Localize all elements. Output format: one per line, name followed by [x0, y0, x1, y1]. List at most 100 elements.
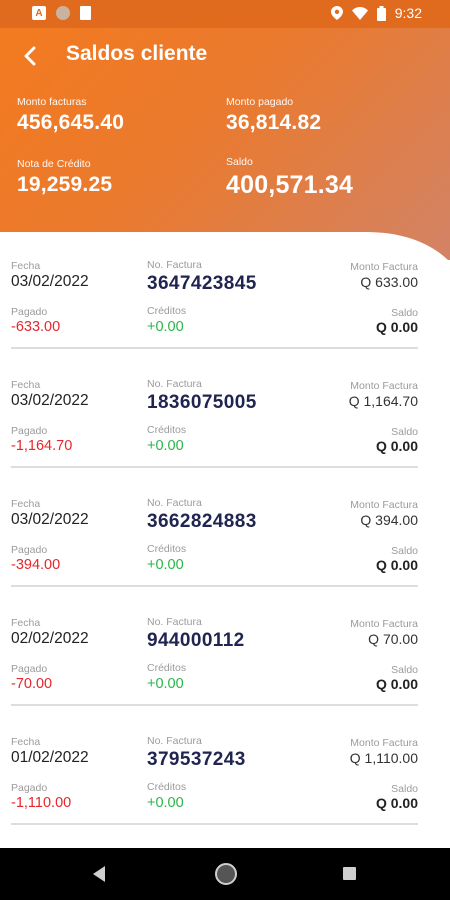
- pagado-value: -633.00: [11, 319, 61, 335]
- factura-label: No. Factura: [147, 735, 202, 747]
- saldo-label: Saldo: [391, 426, 418, 438]
- divider: [11, 704, 418, 706]
- status-right-icons: 9:32: [330, 5, 422, 21]
- fecha-value: 03/02/2022: [11, 511, 89, 528]
- creditos-value: +0.00: [147, 676, 184, 692]
- status-left-icons: A: [32, 6, 91, 20]
- creditos-value: +0.00: [147, 438, 184, 454]
- stat-saldo: Saldo 400,571.34: [226, 156, 353, 200]
- saldo-value: Q 0.00: [375, 795, 418, 811]
- stat-nota-credito: Nota de Crédito 19,259.25: [17, 158, 112, 197]
- fecha-label: Fecha: [11, 617, 41, 629]
- factura-value: 944000112: [147, 630, 245, 651]
- pagado-label: Pagado: [11, 544, 48, 556]
- monto-value: Q 70.00: [368, 631, 418, 647]
- invoice-item[interactable]: Fecha 03/02/2022 No. Factura 1836075005 …: [0, 375, 450, 494]
- factura-label: No. Factura: [147, 497, 202, 509]
- pagado-value: -1,164.70: [11, 438, 73, 454]
- sim-card-icon: [80, 6, 91, 20]
- pagado-value: -70.00: [11, 676, 53, 692]
- creditos-value: +0.00: [147, 795, 184, 811]
- invoice-item[interactable]: Fecha 02/02/2022 No. Factura 944000112 M…: [0, 613, 450, 732]
- fecha-label: Fecha: [11, 736, 41, 748]
- pagado-label: Pagado: [11, 425, 48, 437]
- creditos-label: Créditos: [147, 305, 187, 317]
- system-nav-bar: [0, 848, 450, 900]
- fecha-label: Fecha: [11, 498, 41, 510]
- fecha-value: 02/02/2022: [11, 630, 89, 647]
- fecha-value: 03/02/2022: [11, 392, 89, 409]
- saldo-label: Saldo: [391, 545, 418, 557]
- monto-label: Monto Factura: [350, 380, 418, 392]
- saldo-value: Q 0.00: [375, 557, 418, 573]
- creditos-label: Créditos: [147, 424, 187, 436]
- monto-value: Q 394.00: [360, 512, 418, 528]
- monto-label: Monto Factura: [350, 737, 418, 749]
- arrow-left-icon: [24, 46, 36, 66]
- back-button[interactable]: [14, 40, 46, 70]
- monto-value: Q 1,110.00: [349, 750, 418, 766]
- factura-value: 1836075005: [147, 392, 257, 413]
- header: Saldos cliente Monto facturas 456,645.40…: [0, 28, 450, 260]
- a-icon: A: [32, 6, 46, 20]
- factura-label: No. Factura: [147, 616, 202, 628]
- creditos-label: Créditos: [147, 543, 187, 555]
- monto-value: Q 633.00: [360, 274, 418, 290]
- pagado-value: -394.00: [11, 557, 61, 573]
- saldo-label: Saldo: [391, 664, 418, 676]
- invoice-item[interactable]: Fecha 01/02/2022 No. Factura 379537243 M…: [0, 732, 450, 848]
- stat-value: 456,645.40: [17, 111, 125, 134]
- stat-label: Monto pagado: [226, 96, 294, 108]
- fecha-value: 01/02/2022: [11, 749, 89, 766]
- circle-icon: [56, 6, 70, 20]
- creditos-value: +0.00: [147, 557, 184, 573]
- monto-label: Monto Factura: [350, 499, 418, 511]
- nav-recents-icon[interactable]: [343, 867, 356, 880]
- saldo-label: Saldo: [391, 783, 418, 795]
- creditos-label: Créditos: [147, 662, 187, 674]
- creditos-label: Créditos: [147, 781, 187, 793]
- stat-label: Nota de Crédito: [17, 158, 91, 170]
- divider: [11, 466, 418, 468]
- saldo-value: Q 0.00: [375, 676, 418, 692]
- factura-label: No. Factura: [147, 378, 202, 390]
- stat-monto-pagado: Monto pagado 36,814.82: [226, 96, 321, 135]
- fecha-label: Fecha: [11, 379, 41, 391]
- stat-value: 400,571.34: [226, 171, 354, 199]
- divider: [11, 585, 418, 587]
- saldo-value: Q 0.00: [375, 319, 418, 335]
- factura-value: 3662824883: [147, 511, 257, 532]
- pagado-label: Pagado: [11, 306, 48, 318]
- stat-value: 19,259.25: [17, 173, 113, 196]
- invoice-item[interactable]: Fecha 03/02/2022 No. Factura 3662824883 …: [0, 494, 450, 613]
- factura-value: 3647423845: [147, 273, 257, 294]
- invoice-item[interactable]: Fecha 03/02/2022 No. Factura 3647423845 …: [0, 256, 450, 375]
- stat-value: 36,814.82: [226, 111, 322, 134]
- battery-icon: [376, 5, 386, 21]
- stat-monto-facturas: Monto facturas 456,645.40: [17, 96, 124, 135]
- invoice-list[interactable]: Fecha 03/02/2022 No. Factura 3647423845 …: [0, 256, 450, 848]
- stat-label: Saldo: [226, 156, 253, 168]
- nav-home-icon[interactable]: [215, 863, 237, 885]
- nav-back-icon[interactable]: [93, 866, 105, 882]
- pagado-value: -1,110.00: [11, 795, 72, 811]
- stat-label: Monto facturas: [17, 96, 87, 108]
- monto-value: Q 1,164.70: [348, 393, 418, 409]
- saldo-label: Saldo: [391, 307, 418, 319]
- monto-label: Monto Factura: [350, 618, 418, 630]
- fecha-label: Fecha: [11, 260, 41, 272]
- status-time: 9:32: [394, 5, 422, 21]
- pagado-label: Pagado: [11, 782, 48, 794]
- saldo-value: Q 0.00: [375, 438, 418, 454]
- monto-label: Monto Factura: [350, 261, 418, 273]
- divider: [11, 347, 418, 349]
- divider: [11, 823, 418, 825]
- page-title: Saldos cliente: [66, 42, 208, 65]
- factura-value: 379537243: [147, 749, 246, 770]
- pagado-label: Pagado: [11, 663, 48, 675]
- fecha-value: 03/02/2022: [11, 273, 89, 290]
- location-icon: [330, 6, 343, 20]
- wifi-icon: [351, 6, 368, 20]
- status-bar: A 9:32: [0, 0, 450, 28]
- factura-label: No. Factura: [147, 259, 202, 271]
